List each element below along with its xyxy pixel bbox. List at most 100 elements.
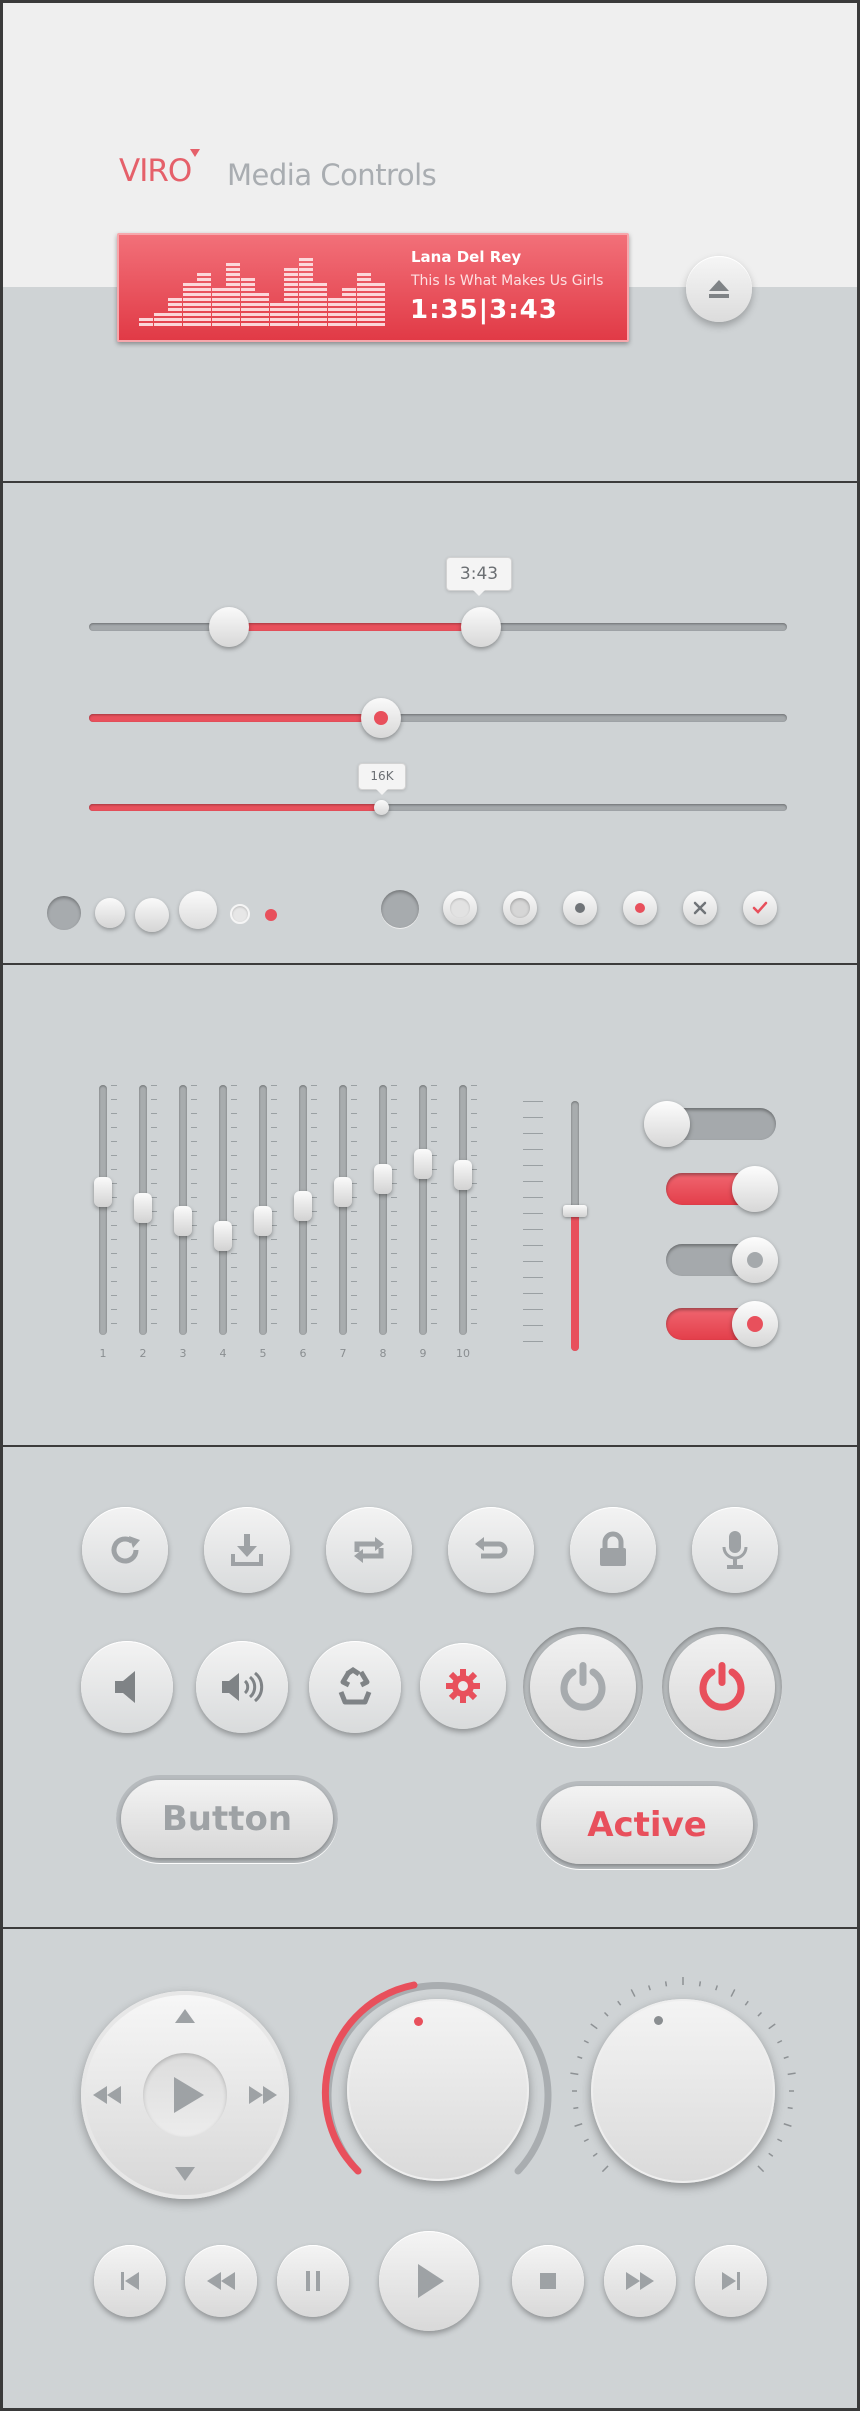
eq-band-fader[interactable] xyxy=(174,1085,192,1335)
volume-button[interactable] xyxy=(196,1641,288,1733)
canvas: VIRO Media Controls Lana Del Rey This Is… xyxy=(3,3,857,2408)
eq-band-fader[interactable] xyxy=(214,1085,232,1335)
eq-band-handle[interactable] xyxy=(374,1164,392,1195)
progress-slider-handle[interactable] xyxy=(374,800,389,815)
mute-button[interactable] xyxy=(81,1641,173,1733)
next-button[interactable] xyxy=(695,2245,767,2317)
eq-band-handle[interactable] xyxy=(334,1177,352,1208)
spectrum-bar xyxy=(153,311,168,326)
stop-button[interactable] xyxy=(512,2245,584,2317)
eq-band-fader[interactable] xyxy=(294,1085,312,1335)
spectrum-bar xyxy=(356,271,371,326)
tone-dial-tick xyxy=(715,1985,719,1991)
repeat-button[interactable] xyxy=(326,1507,412,1593)
master-fader-handle[interactable] xyxy=(563,1205,587,1217)
arrow-down-icon[interactable] xyxy=(175,2167,195,2181)
power-button-off[interactable] xyxy=(523,1627,643,1747)
refresh-button[interactable] xyxy=(82,1507,168,1593)
rewind-button[interactable] xyxy=(185,2245,257,2317)
check-icon xyxy=(752,901,768,914)
volume-dial[interactable] xyxy=(347,1999,529,2181)
dpad-play-button[interactable] xyxy=(143,2053,227,2137)
eq-band-handle[interactable] xyxy=(254,1206,272,1236)
range-slider-end-handle[interactable] xyxy=(461,607,501,647)
indicator-dot-medium xyxy=(135,898,169,932)
eq-band-label: 3 xyxy=(179,1347,187,1360)
tone-dial-tick xyxy=(698,1981,702,1987)
eq-band-handle[interactable] xyxy=(294,1190,312,1221)
settings-button[interactable] xyxy=(420,1643,506,1729)
tone-dial-tick xyxy=(783,2055,789,2059)
skip-forward-icon xyxy=(722,2272,740,2290)
spectrum-bar xyxy=(211,286,226,326)
spectrum-bar xyxy=(327,296,342,326)
tone-dial[interactable] xyxy=(591,1999,775,2183)
spectrum-bar xyxy=(240,276,255,326)
previous-button[interactable] xyxy=(94,2245,166,2317)
radio-unselected[interactable] xyxy=(443,891,477,925)
eq-band-fader[interactable] xyxy=(454,1085,472,1335)
direction-pad[interactable] xyxy=(81,1991,289,2199)
eq-band-fader[interactable] xyxy=(94,1085,112,1335)
progress-slider-fill xyxy=(89,804,381,811)
eq-band-handle[interactable] xyxy=(94,1177,112,1208)
master-fader-track[interactable] xyxy=(563,1101,587,1351)
lock-button[interactable] xyxy=(570,1507,656,1593)
tone-dial-tick xyxy=(630,1989,636,1997)
toggle-on[interactable] xyxy=(666,1166,778,1212)
repeat-icon xyxy=(354,1537,384,1563)
tone-dial-tick xyxy=(787,2072,796,2076)
play-button[interactable] xyxy=(379,2231,479,2331)
download-button[interactable] xyxy=(204,1507,290,1593)
eq-band-fader[interactable] xyxy=(414,1085,432,1335)
skip-back-icon xyxy=(121,2272,139,2290)
pause-button[interactable] xyxy=(277,2245,349,2317)
refresh-icon xyxy=(111,1536,140,1564)
eq-band-fader[interactable] xyxy=(254,1085,272,1335)
power-button-on[interactable] xyxy=(662,1627,782,1747)
eq-band-label: 4 xyxy=(219,1347,227,1360)
eq-scale-ticks xyxy=(111,1085,117,1335)
eq-band-fader[interactable] xyxy=(374,1085,392,1335)
master-fader-fill xyxy=(571,1210,579,1351)
active-button[interactable]: Active xyxy=(536,1781,758,1869)
spectrum-bar xyxy=(284,266,298,326)
rewind-arrow-icon[interactable] xyxy=(93,2086,123,2104)
radio-selected-gray[interactable] xyxy=(563,891,597,925)
eq-band-handle[interactable] xyxy=(134,1192,152,1223)
undo-button[interactable] xyxy=(448,1507,534,1593)
volume-slider-handle[interactable] xyxy=(361,698,401,738)
forward-arrow-icon[interactable] xyxy=(247,2086,277,2104)
arrow-up-icon[interactable] xyxy=(175,2009,195,2023)
eq-band-handle[interactable] xyxy=(454,1159,472,1190)
spectrum-bar xyxy=(298,256,313,326)
toggle-off[interactable] xyxy=(644,1101,776,1147)
eq-band-handle[interactable] xyxy=(174,1206,192,1236)
toggle-on-dot[interactable] xyxy=(666,1301,778,1347)
eq-band-fader[interactable] xyxy=(334,1085,352,1335)
fast-forward-button[interactable] xyxy=(604,2245,676,2317)
progress-slider-tooltip: 16K xyxy=(358,763,406,795)
radio-disabled[interactable] xyxy=(381,890,419,928)
eq-band-label: 8 xyxy=(379,1347,387,1360)
microphone-button[interactable] xyxy=(692,1507,778,1593)
eq-band-fader[interactable] xyxy=(134,1085,152,1335)
radio-confirm[interactable] xyxy=(743,891,777,925)
master-fader-scale xyxy=(523,1101,543,1349)
eq-band-label: 5 xyxy=(259,1347,267,1360)
indicator-dot-small xyxy=(95,898,125,928)
eq-scale-ticks xyxy=(231,1085,237,1335)
recycle-button[interactable] xyxy=(309,1641,401,1733)
toggle-off-dot[interactable] xyxy=(666,1237,778,1283)
normal-button[interactable]: Button xyxy=(116,1775,338,1863)
radio-selected-red[interactable] xyxy=(623,891,657,925)
radio-pressed[interactable] xyxy=(503,891,537,925)
eject-button[interactable] xyxy=(686,256,752,322)
eq-band-handle[interactable] xyxy=(414,1148,432,1179)
range-slider-start-handle[interactable] xyxy=(209,607,249,647)
radio-cancel[interactable] xyxy=(683,891,717,925)
gear-icon xyxy=(446,1669,480,1703)
volume-dial-marker xyxy=(414,2017,423,2026)
spectrum-visualizer xyxy=(139,251,389,326)
eq-band-handle[interactable] xyxy=(214,1221,232,1252)
